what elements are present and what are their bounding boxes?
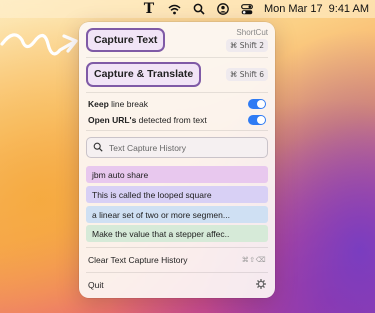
history-item[interactable]: jbm auto share xyxy=(86,166,268,183)
menu-bar-date: Mon Mar 17 xyxy=(263,3,323,15)
menu-bar-time: 9:41 AM xyxy=(328,3,369,15)
app-status-icon[interactable]: T xyxy=(140,1,158,17)
history-item[interactable]: Make the value that a stepper affec.. xyxy=(86,225,268,242)
history-item[interactable]: a linear set of two or more segmen... xyxy=(86,206,268,223)
capture-translate-shortcut-keys: ⌘ Shift 6 xyxy=(225,68,268,81)
keep-line-break-toggle[interactable] xyxy=(248,98,266,109)
history-search-input[interactable] xyxy=(109,142,259,153)
open-urls-toggle[interactable] xyxy=(248,114,266,125)
pointer-arrow-icon xyxy=(0,33,78,56)
capture-text-shortcut: ShortCut ⌘ Shift 2 xyxy=(225,28,268,52)
search-icon xyxy=(93,139,103,157)
history-search[interactable] xyxy=(86,137,268,158)
wifi-icon[interactable] xyxy=(168,2,182,16)
clear-history-shortcut: ⌘⇧⌫ xyxy=(241,256,266,264)
menu-bar: T Mon Mar 17 9:41 AM xyxy=(0,0,375,18)
capture-translate-button[interactable]: Capture & Translate xyxy=(86,62,202,87)
shortcut-hint-label: ShortCut xyxy=(236,28,268,37)
capture-text-shortcut-keys: ⌘ Shift 2 xyxy=(225,39,268,52)
divider xyxy=(86,272,268,273)
capture-text-row: Capture Text ShortCut ⌘ Shift 2 xyxy=(79,27,275,53)
quit-row[interactable]: Quit xyxy=(79,278,275,292)
keep-line-break-row: Keep line break xyxy=(79,97,275,110)
open-urls-label: Open URL's detected from text xyxy=(88,114,207,125)
divider xyxy=(86,130,268,131)
keep-line-break-label: Keep line break xyxy=(88,98,149,109)
search-icon[interactable] xyxy=(192,2,206,16)
quit-label: Quit xyxy=(88,280,104,290)
control-center-icon[interactable] xyxy=(240,2,254,16)
gear-icon[interactable] xyxy=(255,278,267,291)
clear-history-row[interactable]: Clear Text Capture History ⌘⇧⌫ xyxy=(79,253,275,267)
capture-text-button[interactable]: Capture Text xyxy=(86,27,166,53)
divider xyxy=(86,92,268,93)
divider xyxy=(86,57,268,58)
history-item[interactable]: This is called the looped square xyxy=(86,186,268,203)
capture-translate-row: Capture & Translate ⌘ Shift 6 xyxy=(79,62,275,87)
clear-history-label: Clear Text Capture History xyxy=(88,255,188,265)
menu-popover: Capture Text ShortCut ⌘ Shift 2 Capture … xyxy=(79,22,275,298)
user-icon[interactable] xyxy=(216,2,230,16)
open-urls-row: Open URL's detected from text xyxy=(79,113,275,126)
divider xyxy=(86,247,268,248)
